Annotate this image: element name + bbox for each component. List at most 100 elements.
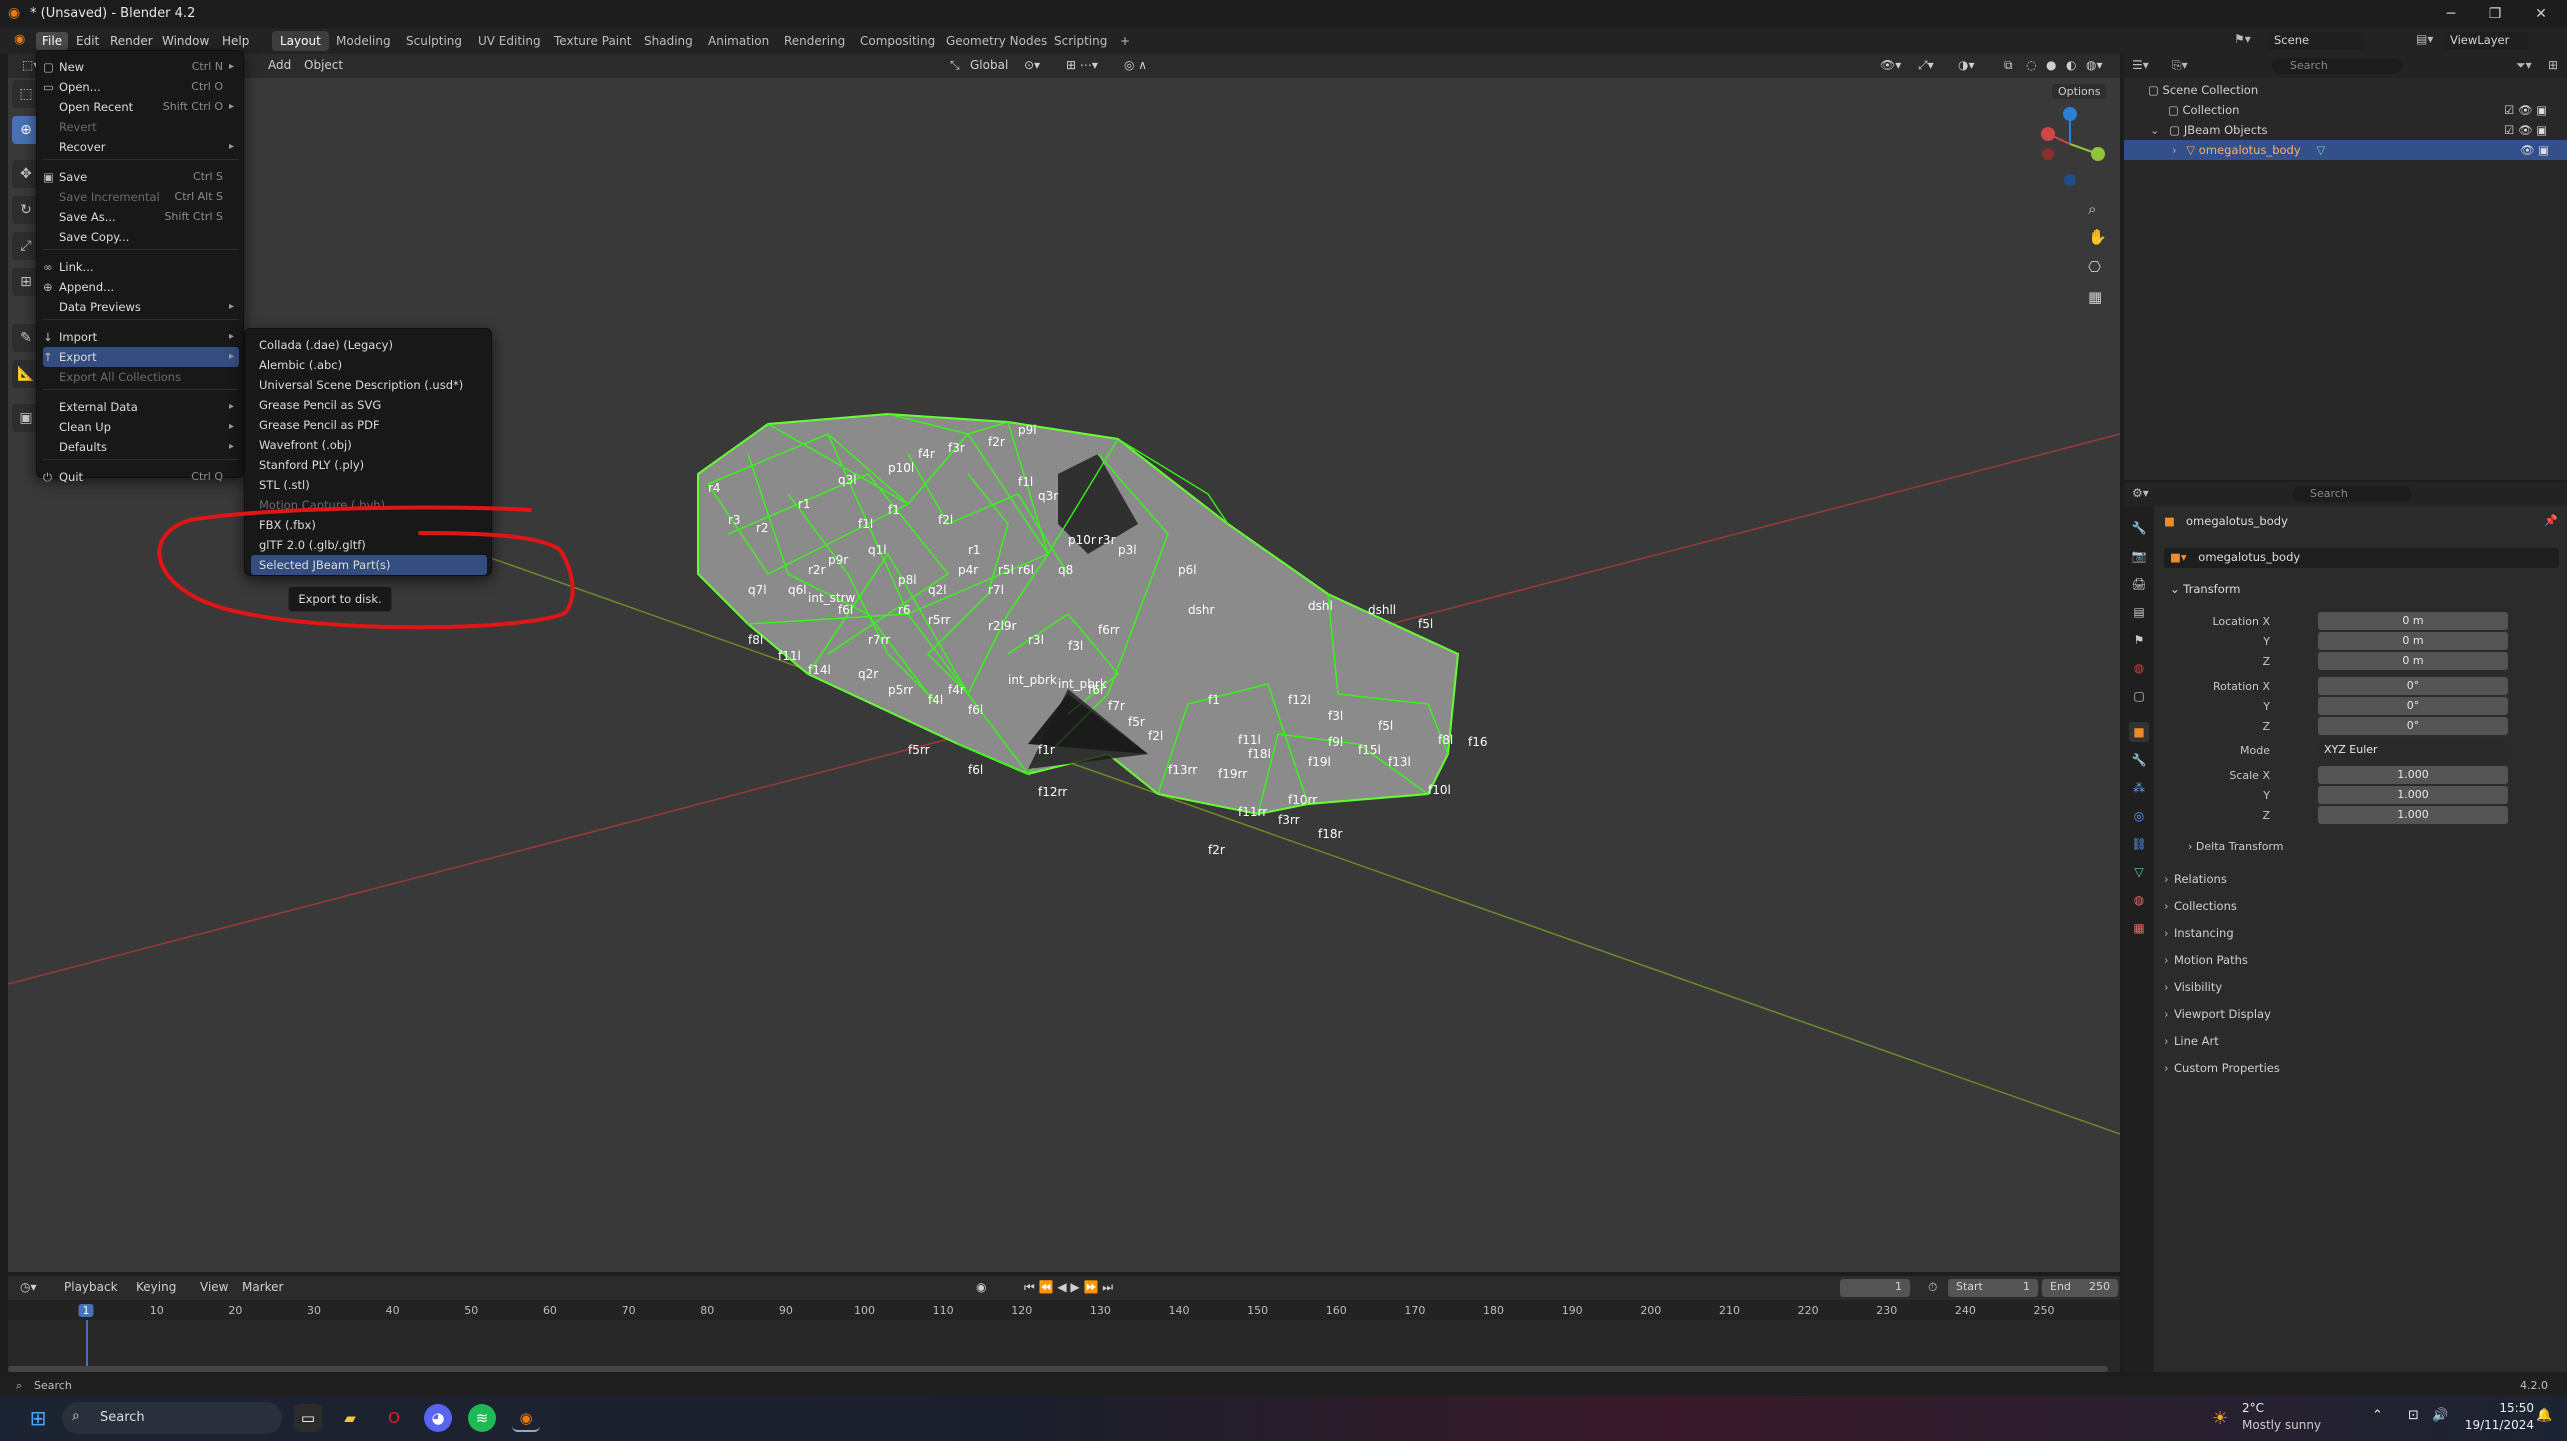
- marker-menu[interactable]: Marker: [236, 1279, 289, 1295]
- tab-rendering[interactable]: Rendering: [776, 31, 853, 51]
- tool-tab-icon[interactable]: 🔧: [2129, 518, 2149, 538]
- filter-icon[interactable]: ⏷▾: [2516, 58, 2532, 73]
- visibility-toggles-icon[interactable]: ☑ 👁 ▣: [2504, 120, 2547, 140]
- file-menu-item-open-recent[interactable]: Open Recent Shift Ctrl O ▸: [43, 97, 239, 117]
- constraints-tab-icon[interactable]: ⛓: [2129, 834, 2149, 854]
- viewport-object-menu[interactable]: Object: [298, 57, 349, 73]
- 3d-viewport[interactable]: r4 r3 r2 r1 q3l p10l f4r f3r f2r p9l f1l f1 f2l f1l q3…: [8, 54, 2120, 1272]
- file-menu-item-external-data[interactable]: External Data ▸: [43, 397, 239, 417]
- tray-chevron-icon[interactable]: ⌃: [2372, 1408, 2383, 1423]
- tab-shading[interactable]: Shading: [636, 31, 701, 51]
- menu-window[interactable]: Window: [156, 32, 215, 50]
- rotation-y-field[interactable]: 0°: [2318, 697, 2508, 715]
- export-item-grease-pencil-as-svg[interactable]: Grease Pencil as SVG: [251, 395, 487, 415]
- proportional-edit-icon[interactable]: ◎ ∧: [1118, 57, 1153, 73]
- section-line-art[interactable]: Line Art: [2164, 1030, 2559, 1052]
- blender-menu-icon[interactable]: ◉: [14, 32, 25, 47]
- outliner-row-collection[interactable]: ▢ Collection ☑ 👁 ▣: [2124, 100, 2567, 120]
- tab-geometry-nodes[interactable]: Geometry Nodes: [938, 31, 1055, 51]
- section-custom-properties[interactable]: Custom Properties: [2164, 1057, 2559, 1079]
- tab-animation[interactable]: Animation: [700, 31, 777, 51]
- new-collection-icon[interactable]: ⊞: [2548, 58, 2558, 72]
- taskbar-search[interactable]: ⌕ Search: [62, 1402, 282, 1434]
- expand-arrow-icon[interactable]: ⌄: [2150, 123, 2160, 137]
- weather-icon[interactable]: ☀: [2212, 1408, 2228, 1429]
- section-motion-paths[interactable]: Motion Paths: [2164, 949, 2559, 971]
- transform-section-toggle[interactable]: ⌄ Transform: [2170, 582, 2241, 596]
- close-icon[interactable]: ✕: [2524, 2, 2558, 26]
- opera-browser-icon[interactable]: O: [380, 1404, 408, 1432]
- start-frame-field[interactable]: Start 1: [1948, 1279, 2038, 1297]
- object-name-field[interactable]: ■▾ omegalotus_body: [2164, 548, 2559, 568]
- export-item-stanford-ply-ply[interactable]: Stanford PLY (.ply): [251, 455, 487, 475]
- data-tab-icon[interactable]: ▽: [2129, 862, 2149, 882]
- end-frame-field[interactable]: End 250: [2042, 1279, 2118, 1297]
- task-view-icon[interactable]: ▭: [294, 1404, 322, 1432]
- scale-y-field[interactable]: 1.000: [2318, 786, 2508, 804]
- zoom-icon[interactable]: ⌕: [2088, 200, 2096, 218]
- material-tab-icon[interactable]: ◍: [2129, 890, 2149, 910]
- menu-render[interactable]: Render: [104, 32, 159, 50]
- scene-icon[interactable]: ⚑▾: [2234, 32, 2251, 46]
- viewlayer-icon[interactable]: ▤▾: [2416, 32, 2433, 46]
- tab-scripting[interactable]: Scripting: [1046, 31, 1115, 51]
- rotation-x-field[interactable]: 0°: [2318, 677, 2508, 695]
- file-menu-item-recover[interactable]: Recover ▸: [43, 137, 239, 157]
- properties-editor-icon[interactable]: ⚙▾: [2132, 486, 2149, 500]
- blender-taskbar-icon[interactable]: ◉: [512, 1404, 540, 1432]
- file-explorer-icon[interactable]: ▰: [336, 1404, 364, 1432]
- discord-icon[interactable]: ◕: [424, 1404, 452, 1432]
- export-item-alembic-abc[interactable]: Alembic (.abc): [251, 355, 487, 375]
- collection-tab-icon[interactable]: ▢: [2129, 686, 2149, 706]
- gizmo-icon[interactable]: ⤢▾: [1912, 57, 1940, 74]
- export-item-stl-stl[interactable]: STL (.stl): [251, 475, 487, 495]
- overlay-icon[interactable]: ◑▾: [1952, 57, 1981, 73]
- tab-sculpting[interactable]: Sculpting: [398, 31, 470, 51]
- visibility-toggles-icon[interactable]: 👁 ▣: [2520, 140, 2549, 160]
- current-frame-field[interactable]: 1: [1840, 1279, 1910, 1297]
- physics-tab-icon[interactable]: ◎: [2129, 806, 2149, 826]
- orientation-icon[interactable]: ⤡: [944, 57, 966, 74]
- file-menu-item-import[interactable]: ↓ Import ▸: [43, 327, 239, 347]
- file-menu-item-defaults[interactable]: Defaults ▸: [43, 437, 239, 457]
- pivot-icon[interactable]: ⊙▾: [1018, 57, 1046, 73]
- view-layer-tab-icon[interactable]: ▤: [2129, 602, 2149, 622]
- clock-date[interactable]: 19/11/2024: [2456, 1418, 2534, 1432]
- timeline-ruler[interactable]: 1 10 20 30 40 50 60 70 80 90 100 110 120 130 140 150 160…: [8, 1300, 2120, 1320]
- preview-range-icon[interactable]: ⏱: [1922, 1279, 1943, 1296]
- output-tab-icon[interactable]: 🖨: [2129, 574, 2149, 594]
- outliner-row-jbeam-objects[interactable]: ⌄ ▢ JBeam Objects ☑ 👁 ▣: [2124, 120, 2567, 140]
- view-menu[interactable]: View: [194, 1279, 234, 1295]
- export-item-grease-pencil-as-pdf[interactable]: Grease Pencil as PDF: [251, 415, 487, 435]
- export-item-universal-scene-description-usd[interactable]: Universal Scene Description (.usd*): [251, 375, 487, 395]
- location-x-field[interactable]: 0 m: [2318, 612, 2508, 630]
- delta-transform-toggle[interactable]: › Delta Transform: [2188, 840, 2283, 853]
- visibility-icon[interactable]: 👁▾: [1874, 57, 1907, 73]
- file-menu-item-link[interactable]: ∞ Link...: [43, 257, 239, 277]
- render-tab-icon[interactable]: 📷: [2129, 546, 2149, 566]
- pin-icon[interactable]: 📌: [2544, 514, 2558, 527]
- export-item-wavefront-obj[interactable]: Wavefront (.obj): [251, 435, 487, 455]
- file-menu-item-data-previews[interactable]: Data Previews ▸: [43, 297, 239, 317]
- display-mode-icon[interactable]: ⎘▾: [2172, 58, 2188, 73]
- file-menu-item-export[interactable]: ↑ Export ▸: [43, 347, 239, 367]
- viewport-options-button[interactable]: Options: [2052, 84, 2107, 99]
- object-tab-icon[interactable]: ■: [2129, 722, 2149, 742]
- file-menu-item-save-copy[interactable]: Save Copy...: [43, 227, 239, 247]
- section-instancing[interactable]: Instancing: [2164, 922, 2559, 944]
- viewport-add-menu[interactable]: Add: [262, 57, 297, 73]
- properties-search-input[interactable]: Search: [2292, 486, 2412, 502]
- pan-hand-icon[interactable]: ✋: [2088, 228, 2107, 246]
- timeline-editor-icon[interactable]: ◷▾: [14, 1279, 43, 1295]
- timeline-area[interactable]: 1 10 20 30 40 50 60 70 80 90 100 110 120 130 140 150 160…: [8, 1300, 2120, 1372]
- particles-tab-icon[interactable]: ⁂: [2129, 778, 2149, 798]
- scene-tab-icon[interactable]: ⚑: [2129, 630, 2149, 650]
- tab-compositing[interactable]: Compositing: [852, 31, 943, 51]
- shading-rendered-icon[interactable]: ◍▾: [2080, 57, 2109, 73]
- notification-bell-icon[interactable]: 🔔: [2536, 1408, 2552, 1423]
- modifier-tab-icon[interactable]: 🔧: [2129, 750, 2149, 770]
- clock-time[interactable]: 15:50: [2474, 1401, 2534, 1415]
- section-visibility[interactable]: Visibility: [2164, 976, 2559, 998]
- outliner-editor-icon[interactable]: ☰▾: [2132, 58, 2149, 72]
- menu-help[interactable]: Help: [216, 32, 255, 50]
